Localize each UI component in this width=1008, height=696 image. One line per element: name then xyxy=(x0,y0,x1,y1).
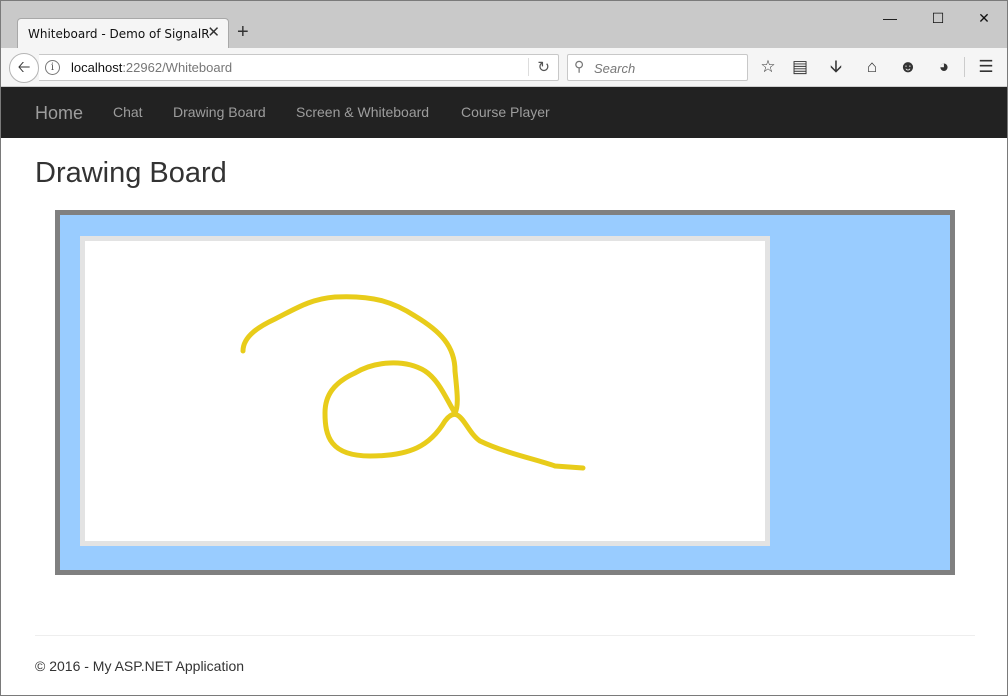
maximize-icon[interactable]: ☐ xyxy=(923,7,953,29)
search-placeholder: Search xyxy=(594,61,636,76)
reading-list-icon[interactable]: ▤ xyxy=(789,56,811,78)
site-navbar: Home Chat Drawing Board Screen & Whitebo… xyxy=(1,87,1007,138)
page-title: Drawing Board xyxy=(35,157,227,189)
minimize-icon[interactable]: — xyxy=(875,7,905,29)
nav-home-link[interactable]: Home xyxy=(35,103,83,124)
browser-toolbar: 🡠 i localhost:22962/Whiteboard ↻ ⚲ Searc… xyxy=(1,48,1007,87)
menu-icon[interactable]: ☰ xyxy=(975,56,997,78)
address-bar[interactable]: i localhost:22962/Whiteboard ↻ xyxy=(39,54,559,81)
info-icon[interactable]: i xyxy=(45,60,60,75)
reload-icon[interactable]: ↻ xyxy=(528,58,550,76)
nav-link-drawing-board[interactable]: Drawing Board xyxy=(173,104,266,120)
download-icon[interactable]: 🡫 xyxy=(825,56,847,78)
star-icon[interactable]: ☆ xyxy=(757,56,779,78)
search-icon: ⚲ xyxy=(574,58,585,74)
smiley-icon[interactable]: ☻ xyxy=(897,56,919,78)
nav-link-chat[interactable]: Chat xyxy=(113,104,143,120)
new-tab-icon[interactable]: + xyxy=(237,21,249,43)
search-input[interactable]: ⚲ Search xyxy=(567,54,748,81)
home-icon[interactable]: ⌂ xyxy=(861,56,883,78)
browser-window: Whiteboard - Demo of SignalR ✕ + — ☐ ✕ 🡠… xyxy=(0,0,1008,696)
back-arrow-icon[interactable]: 🡠 xyxy=(9,53,39,83)
tab-strip: Whiteboard - Demo of SignalR ✕ + — ☐ ✕ xyxy=(1,1,1007,48)
nav-link-course-player[interactable]: Course Player xyxy=(461,104,550,120)
url-host: localhost xyxy=(71,60,123,75)
browser-tab[interactable]: Whiteboard - Demo of SignalR ✕ xyxy=(17,18,229,48)
pocket-icon[interactable]: ◕ xyxy=(933,56,955,78)
nav-link-screen-whiteboard[interactable]: Screen & Whiteboard xyxy=(296,104,429,120)
drawn-stroke xyxy=(240,294,586,471)
url-path: :22962/Whiteboard xyxy=(122,60,233,75)
footer-text: © 2016 - My ASP.NET Application xyxy=(35,658,245,674)
drawing-board-frame xyxy=(55,210,955,575)
toolbar-separator xyxy=(964,57,965,77)
drawing-canvas[interactable] xyxy=(80,236,770,546)
tab-close-icon[interactable]: ✕ xyxy=(207,25,220,41)
url-text: localhost:22962/Whiteboard xyxy=(71,60,232,75)
footer-divider xyxy=(35,635,975,636)
close-window-icon[interactable]: ✕ xyxy=(969,7,999,29)
drawing-strokes xyxy=(240,294,586,471)
tab-title: Whiteboard - Demo of SignalR xyxy=(28,27,210,41)
